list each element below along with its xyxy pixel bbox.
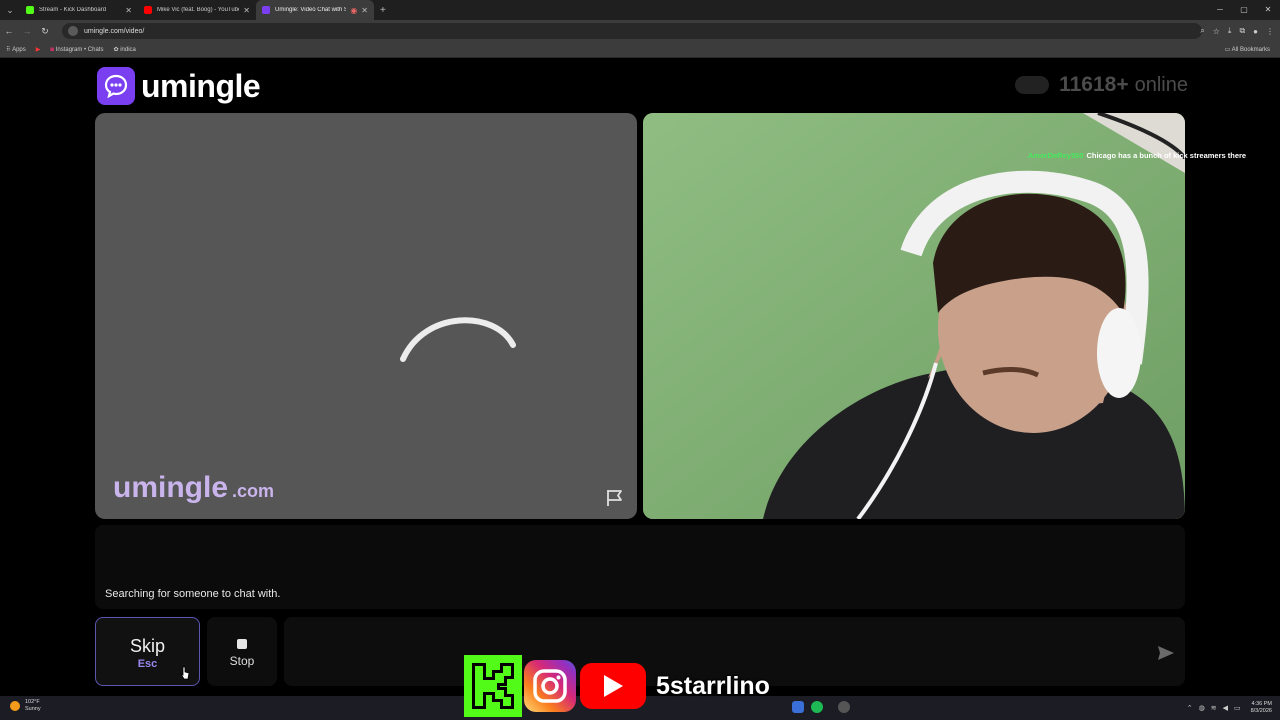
- stranger-video: umingle .com: [95, 113, 637, 519]
- tab-close-icon[interactable]: ✕: [125, 6, 132, 15]
- tab-kick-dashboard[interactable]: Stream - Kick Dashboard ✕: [20, 0, 138, 20]
- download-icon[interactable]: ⤓: [1228, 26, 1232, 36]
- chat-bubble-icon: [97, 67, 135, 105]
- online-label: online: [1134, 73, 1188, 96]
- spotify-taskbar-icon[interactable]: [811, 701, 823, 713]
- tab-umingle[interactable]: Umingle: Video Chat with S ◉ ✕: [256, 0, 374, 20]
- window-controls: ─ ▢ ✕: [1208, 0, 1280, 20]
- time: 4:36 PM: [1251, 701, 1272, 707]
- close-window-icon[interactable]: ✕: [1256, 0, 1280, 20]
- forward-icon[interactable]: →: [18, 26, 36, 36]
- youtube-logo-icon: [580, 663, 646, 709]
- all-bookmarks[interactable]: ▭ All Bookmarks: [1225, 46, 1270, 53]
- dark-mode-toggle[interactable]: [1015, 76, 1050, 94]
- tab-search-icon[interactable]: ⌄: [0, 0, 20, 20]
- bookmark-star-icon[interactable]: ☆: [1213, 27, 1220, 36]
- chat-log: Searching for someone to chat with.: [95, 525, 1185, 609]
- clock[interactable]: 4:36 PM 8/3/2026: [1251, 701, 1272, 715]
- tab-youtube[interactable]: Mike Vic (feat. Boog) - YouTube ✕: [138, 0, 256, 20]
- reload-icon[interactable]: ↻: [36, 26, 54, 37]
- skip-label: Skip: [129, 636, 165, 656]
- umingle-watermark: umingle .com: [113, 471, 275, 504]
- chat-username: AmorDeRey360: [1028, 151, 1084, 160]
- tab-title: Umingle: Video Chat with S: [275, 7, 347, 13]
- leaf-icon: ✿: [113, 47, 119, 53]
- bookmark-instagram[interactable]: ◙ Instagram • Chats: [50, 47, 103, 53]
- maximize-icon[interactable]: ▢: [1232, 0, 1256, 20]
- recording-icon: ◉: [350, 5, 358, 15]
- microphone-icon[interactable]: ◍: [1199, 704, 1205, 712]
- stream-chat-overlay: AmorDeRey360 Chicago has a bunch of kick …: [1028, 151, 1246, 160]
- webcam-feed: [643, 113, 1185, 519]
- stop-button[interactable]: Stop: [207, 617, 277, 686]
- volume-icon[interactable]: ◀: [1223, 704, 1228, 712]
- status-message: Searching for someone to chat with.: [105, 588, 281, 600]
- bookmarks-bar: ⠿ Apps ▶ ◙ Instagram • Chats ✿ indica ▭ …: [0, 42, 1280, 58]
- chrome-taskbar-icon[interactable]: [792, 701, 804, 713]
- kick-logo-icon: [464, 655, 522, 717]
- report-flag-icon[interactable]: [605, 489, 625, 507]
- tab-title: Stream - Kick Dashboard: [39, 7, 107, 13]
- date: 8/3/2026: [1250, 708, 1272, 714]
- loading-spinner-icon: [400, 317, 516, 362]
- umingle-favicon-icon: [262, 6, 270, 14]
- logo-text: umingle: [141, 67, 261, 104]
- umingle-logo[interactable]: umingle: [97, 67, 261, 105]
- online-count: 11618+: [1059, 73, 1129, 96]
- tab-title: Mike Vic (feat. Boog) - YouTube: [157, 7, 240, 13]
- site-info-icon[interactable]: [68, 26, 78, 36]
- apps-grid-icon: ⠿: [6, 47, 11, 53]
- youtube-favicon-icon: [144, 6, 152, 14]
- profile-icon[interactable]: ●: [1253, 27, 1258, 36]
- zoom-icon[interactable]: ⌕: [1200, 26, 1204, 36]
- weather-condition: Sunny: [25, 706, 41, 712]
- extensions-icon[interactable]: ⧉: [1239, 26, 1245, 36]
- new-tab-icon[interactable]: +: [380, 5, 386, 16]
- browser-actions: ⌕ ☆ ⤓ ⧉ ● ⋮: [1200, 20, 1274, 42]
- battery-icon[interactable]: ▭: [1234, 704, 1241, 712]
- tray-chevron-icon[interactable]: ⌃: [1187, 704, 1193, 712]
- minimize-icon[interactable]: ─: [1208, 0, 1232, 20]
- browser-tab-bar: ⌄ Stream - Kick Dashboard ✕ Mike Vic (fe…: [0, 0, 1280, 20]
- mouse-cursor-icon: [180, 666, 190, 680]
- instagram-icon: ◙: [50, 46, 55, 53]
- url-text: umingle.com/video/: [84, 27, 145, 35]
- youtube-bookmark-icon[interactable]: ▶: [36, 46, 41, 53]
- system-tray: ⌃ ◍ ≋ ◀ ▭ 4:36 PM 8/3/2026: [1187, 696, 1272, 720]
- back-icon[interactable]: ←: [0, 26, 18, 36]
- kick-favicon-icon: [26, 6, 34, 14]
- chat-message: Chicago has a bunch of kick streamers th…: [1086, 151, 1247, 160]
- self-webcam-video: [643, 113, 1185, 519]
- bookmark-indica[interactable]: ✿ indica: [113, 46, 135, 53]
- app-taskbar-icon[interactable]: [838, 701, 850, 713]
- stop-label: Stop: [229, 654, 255, 668]
- instagram-logo-icon: [524, 660, 576, 712]
- online-counter: 11618+ online: [1015, 73, 1188, 97]
- streamer-handle: 5starrlino: [656, 671, 770, 700]
- url-field[interactable]: umingle.com/video/: [62, 23, 1202, 39]
- tab-close-icon[interactable]: ✕: [243, 6, 250, 15]
- send-icon[interactable]: [1157, 645, 1175, 661]
- folder-icon: ▭: [1224, 47, 1231, 53]
- wifi-icon[interactable]: ≋: [1211, 704, 1217, 712]
- streamer-socials-overlay: 5starrlino: [464, 655, 770, 717]
- address-bar-row: ← → ↻ umingle.com/video/ ⌕ ☆ ⤓ ⧉ ● ⋮: [0, 20, 1280, 42]
- stop-square-icon: [237, 639, 247, 649]
- temperature: 102°F: [25, 699, 40, 705]
- sun-icon: [10, 701, 20, 711]
- menu-kebab-icon[interactable]: ⋮: [1266, 27, 1274, 36]
- tab-close-icon[interactable]: ✕: [361, 6, 368, 15]
- bookmark-apps[interactable]: ⠿ Apps: [6, 46, 26, 53]
- weather-widget[interactable]: 102°F Sunny: [10, 699, 41, 713]
